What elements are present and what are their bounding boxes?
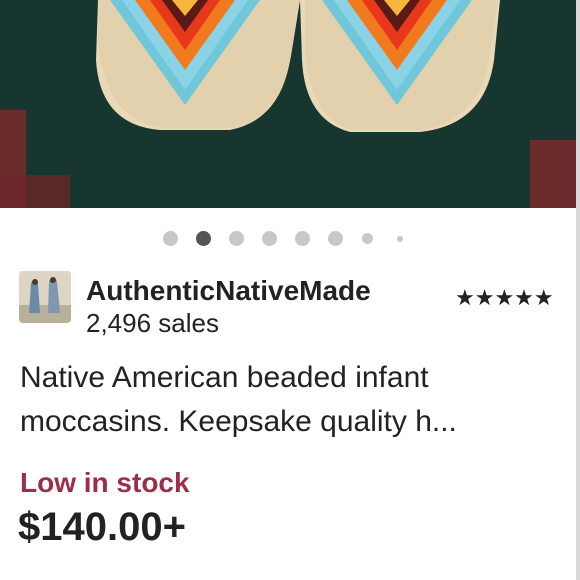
listing-title[interactable]: Native American beaded infant moccasins.… xyxy=(20,356,565,444)
carousel-dot-1[interactable] xyxy=(163,231,178,246)
stock-status: Low in stock xyxy=(20,467,190,498)
product-photo xyxy=(0,0,576,208)
shop-sales-count: 2,496 sales xyxy=(86,308,219,338)
carousel-dot-8[interactable] xyxy=(397,236,403,242)
listing-price: $140.00+ xyxy=(18,505,186,549)
carousel-dot-2-active[interactable] xyxy=(196,231,211,246)
shop-avatar-image xyxy=(19,271,71,323)
carousel-dot-4[interactable] xyxy=(262,231,277,246)
carousel-dot-7[interactable] xyxy=(362,233,373,244)
shop-avatar[interactable] xyxy=(19,271,71,323)
listing-card: AuthenticNativeMade 2,496 sales ★★★★★ Na… xyxy=(0,0,580,580)
product-image-carousel[interactable] xyxy=(0,0,576,208)
carousel-dot-6[interactable] xyxy=(328,231,343,246)
carousel-dot-5[interactable] xyxy=(295,231,310,246)
rating-stars-icon: ★★★★★ xyxy=(455,285,554,310)
shop-name-link[interactable]: AuthenticNativeMade xyxy=(86,274,371,308)
carousel-pagination xyxy=(0,231,576,247)
carousel-dot-3[interactable] xyxy=(229,231,244,246)
